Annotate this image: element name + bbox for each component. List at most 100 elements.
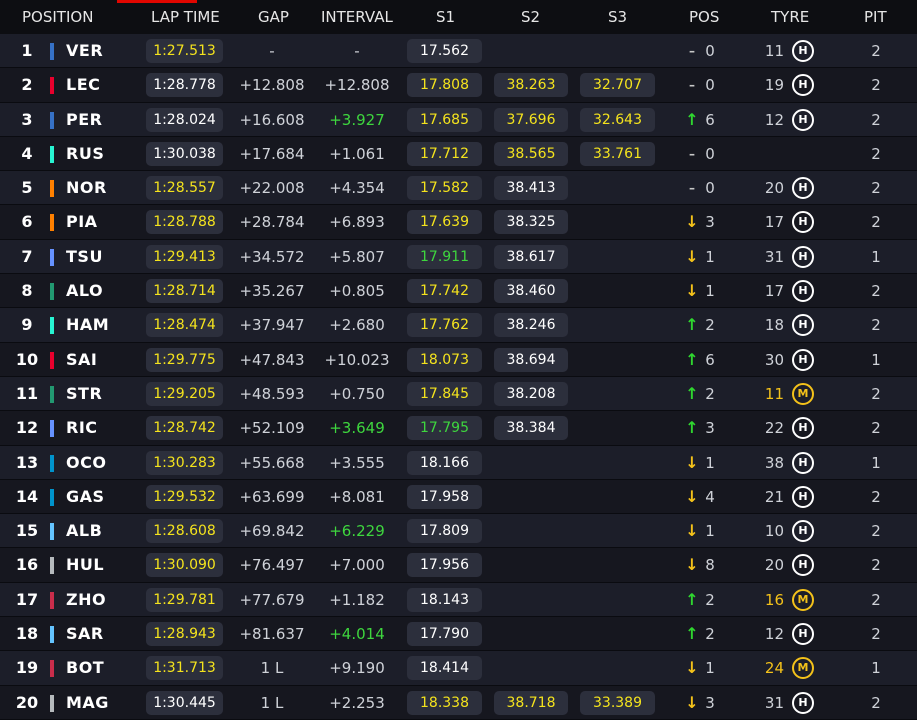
tyre-compound-icon[interactable]: H	[792, 177, 814, 200]
driver-code[interactable]: LEC	[66, 68, 100, 102]
arrow-up-icon: ↑	[685, 624, 699, 644]
tyre-compound-icon[interactable]: H	[792, 691, 814, 714]
table-row[interactable]: 15 ALB 1:28.608 +69.842 +6.229 17.809 ↓ 1 10 H 2	[0, 514, 917, 549]
driver-code[interactable]: SAR	[66, 617, 104, 651]
header-pit[interactable]: PIT	[864, 0, 887, 34]
position-number: 6	[21, 212, 33, 232]
header-s3[interactable]: S3	[608, 0, 627, 34]
sector-1-cell: 17.562	[407, 39, 482, 63]
table-row[interactable]: 14 GAS 1:29.532 +63.699 +8.081 17.958 ↓ 4 21 H 2	[0, 479, 917, 515]
sector-1-cell: 18.338	[407, 690, 482, 715]
driver-code[interactable]: NOR	[66, 171, 107, 205]
sector-1-cell: 17.911	[407, 244, 482, 269]
interval-value: -	[354, 42, 360, 60]
table-row[interactable]: 2 LEC 1:28.778 +12.808 +12.808 17.808 38.263 32…	[0, 68, 917, 103]
tyre-compound-icon[interactable]: H	[792, 245, 814, 268]
table-row[interactable]: 8 ALO 1:28.714 +35.267 +0.805 17.742 38.460 ↓ 1 1…	[0, 274, 917, 309]
table-row[interactable]: 9 HAM 1:28.474 +37.947 +2.680 17.762 38.246 ↑ 2 1…	[0, 308, 917, 343]
header-lap-time[interactable]: LAP TIME	[151, 0, 220, 34]
tyre-compound-icon[interactable]: H	[792, 280, 814, 303]
tyre-compound-icon[interactable]: H	[792, 74, 814, 97]
interval-value: +0.750	[329, 384, 385, 403]
header-interval[interactable]: INTERVAL	[321, 0, 393, 34]
driver-code[interactable]: HUL	[66, 548, 104, 582]
tyre-compound-icon[interactable]: H	[792, 211, 814, 234]
team-color-bar	[50, 317, 54, 335]
driver-code[interactable]: ALO	[66, 274, 103, 308]
tyre-compound-icon[interactable]: H	[792, 348, 814, 371]
driver-code[interactable]: RUS	[66, 137, 104, 171]
table-row[interactable]: 3 PER 1:28.024 +16.608 +3.927 17.685 37.696 32.…	[0, 102, 917, 137]
driver-code[interactable]: MAG	[66, 686, 109, 720]
team-color-bar	[50, 43, 54, 60]
driver-code[interactable]: STR	[66, 377, 102, 411]
table-row[interactable]: 17 ZHO 1:29.781 +77.679 +1.182 18.143 ↑ 2 16 M 2	[0, 582, 917, 618]
pit-stops: 2	[871, 213, 881, 232]
position-number: 16	[15, 555, 39, 575]
tyre-compound-icon[interactable]: H	[792, 314, 814, 337]
tyre-compound-icon[interactable]: H	[792, 108, 814, 131]
lap-time-cell: 1:29.775	[146, 347, 223, 372]
tyre-compound-icon[interactable]: H	[792, 485, 814, 508]
tyre-age: 12	[764, 110, 784, 129]
tyre-compound-icon[interactable]: H	[792, 40, 814, 62]
driver-code[interactable]: VER	[66, 34, 103, 68]
table-row[interactable]: 20 MAG 1:30.445 1 L +2.253 18.338 38.718 33.389…	[0, 685, 917, 720]
table-row[interactable]: 18 SAR 1:28.943 +81.637 +4.014 17.790 ↑ 2 12 H 2	[0, 617, 917, 652]
header-pos[interactable]: POS	[689, 0, 719, 34]
header-gap[interactable]: GAP	[258, 0, 289, 34]
table-row[interactable]: 5 NOR 1:28.557 +22.008 +4.354 17.582 38.413 –0 2…	[0, 171, 917, 206]
position-change: 2	[705, 625, 715, 644]
driver-code[interactable]: ALB	[66, 514, 102, 548]
driver-code[interactable]: HAM	[66, 308, 109, 342]
tyre-compound-icon[interactable]: M	[792, 588, 814, 611]
table-row[interactable]: 7 TSU 1:29.413 +34.572 +5.807 17.911 38.617 ↓ 1 3…	[0, 239, 917, 275]
position-change: 1	[705, 522, 715, 541]
tyre-age: 17	[764, 213, 784, 232]
gap-value: +34.572	[239, 247, 305, 266]
driver-code[interactable]: PER	[66, 103, 102, 137]
table-row[interactable]: 19 BOT 1:31.713 1 L +9.190 18.414 ↓ 1 24 M 1	[0, 651, 917, 686]
gap-value: +48.593	[239, 384, 305, 403]
table-row[interactable]: 4 RUS 1:30.038 +17.684 +1.061 17.712 38.565 33.…	[0, 136, 917, 172]
table-row[interactable]: 11 STR 1:29.205 +48.593 +0.750 17.845 38.208 ↑ 2…	[0, 376, 917, 412]
arrow-down-icon: ↓	[685, 486, 699, 506]
driver-code[interactable]: BOT	[66, 651, 104, 685]
header-s1[interactable]: S1	[436, 0, 455, 34]
tyre-compound-icon[interactable]: H	[792, 554, 814, 577]
team-color-bar	[50, 557, 54, 575]
tyre-compound-icon[interactable]: H	[792, 451, 814, 474]
header-s2[interactable]: S2	[521, 0, 540, 34]
table-row[interactable]: 1 VER 1:27.513 - - 17.562 –0 11 H 2	[0, 34, 917, 69]
position-number: 13	[15, 452, 39, 472]
table-row[interactable]: 12 RIC 1:28.742 +52.109 +3.649 17.795 38.384 ↑ 3…	[0, 411, 917, 446]
driver-code[interactable]: PIA	[66, 205, 98, 239]
sector-1-cell: 17.956	[407, 553, 482, 578]
gap-value: 1 L	[260, 693, 284, 712]
tyre-compound-icon[interactable]: M	[792, 382, 814, 405]
interval-value: +2.680	[329, 316, 385, 335]
lap-time-cell: 1:28.714	[146, 279, 223, 304]
driver-code[interactable]: OCO	[66, 446, 106, 480]
table-row[interactable]: 10 SAI 1:29.775 +47.843 +10.023 18.073 38.694 ↑…	[0, 342, 917, 377]
tyre-compound-icon[interactable]: M	[792, 657, 814, 680]
driver-code[interactable]: RIC	[66, 411, 98, 445]
lap-time-cell: 1:29.532	[146, 484, 223, 509]
position-number: 5	[21, 178, 33, 198]
sector-1-cell: 18.166	[407, 450, 482, 475]
no-change-icon: –	[689, 44, 695, 58]
driver-code[interactable]: TSU	[66, 240, 103, 274]
header-position[interactable]: POSITION	[22, 0, 93, 34]
table-row[interactable]: 13 OCO 1:30.283 +55.668 +3.555 18.166 ↓ 1 38 H 1	[0, 445, 917, 480]
tyre-compound-icon[interactable]: H	[792, 417, 814, 440]
table-row[interactable]: 6 PIA 1:28.788 +28.784 +6.893 17.639 38.325 ↓ 3 1…	[0, 205, 917, 240]
arrow-down-icon: ↓	[685, 246, 699, 266]
tyre-compound-icon[interactable]: H	[792, 623, 814, 646]
tyre-compound-icon[interactable]: H	[792, 520, 814, 543]
table-row[interactable]: 16 HUL 1:30.090 +76.497 +7.000 17.956 ↓ 8 20 H 2	[0, 548, 917, 583]
driver-code[interactable]: ZHO	[66, 583, 106, 617]
lap-time-cell: 1:28.742	[146, 416, 223, 441]
driver-code[interactable]: GAS	[66, 480, 105, 514]
driver-code[interactable]: SAI	[66, 343, 97, 377]
header-tyre[interactable]: TYRE	[771, 0, 809, 34]
